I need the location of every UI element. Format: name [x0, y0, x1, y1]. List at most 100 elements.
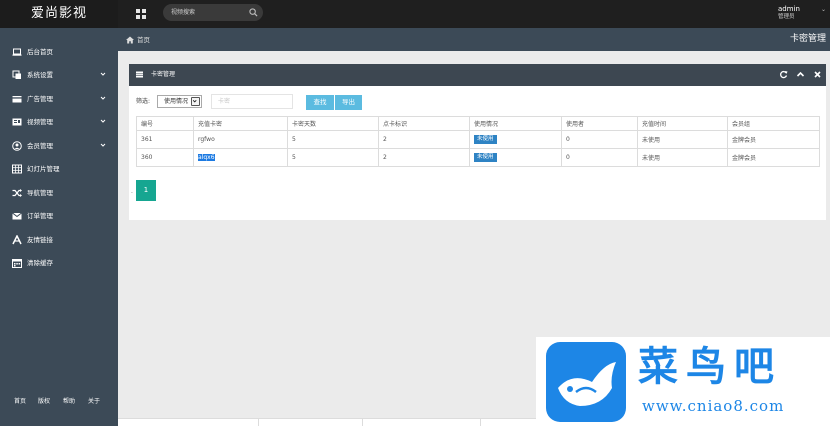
sidebar-item-orders[interactable]: 订单管理 — [0, 206, 118, 226]
user-role: 管理员 — [778, 14, 795, 20]
sidebar-item-label: 订单管理 — [27, 212, 53, 220]
bird-logo-icon — [546, 342, 626, 422]
page-button-1[interactable]: 1 — [136, 180, 156, 201]
select-dropdown-button[interactable] — [191, 97, 200, 106]
sidebar-item-ads[interactable]: 广告管理 — [0, 89, 118, 109]
refresh-icon[interactable] — [779, 70, 788, 79]
sidebar-item-videos[interactable]: 视频管理 — [0, 112, 118, 132]
cell-group: 金牌会员 — [727, 130, 820, 149]
watermark: 菜鸟吧 www.cniao8.com — [536, 337, 830, 426]
close-icon[interactable] — [813, 70, 822, 79]
chevron-down-icon — [100, 96, 106, 100]
calendar-icon — [12, 259, 22, 268]
chevron-down-icon — [100, 72, 106, 76]
chevron-down-icon — [192, 100, 197, 103]
collapse-icon[interactable] — [796, 70, 805, 79]
column-header: 点卡标识 — [378, 116, 470, 131]
cell-mark: 2 — [378, 130, 470, 149]
watermark-url: www.cniao8.com — [642, 397, 785, 415]
sidebar-item-label: 视频管理 — [27, 118, 53, 126]
cell-days: 5 — [287, 130, 379, 149]
shuffle-icon — [12, 189, 22, 197]
column-header: 充值时间 — [637, 116, 728, 131]
sidebar-item-label: 友情链接 — [27, 236, 53, 244]
cell-mark: 2 — [378, 148, 470, 167]
sidebar-item-label: 后台首页 — [27, 48, 53, 56]
cell-id: 361 — [136, 130, 194, 149]
app-logo[interactable]: 爱尚影视 — [0, 0, 118, 28]
column-header: 卡密天数 — [287, 116, 379, 131]
status-badge: 未使用 — [474, 153, 497, 162]
grid-menu-icon[interactable] — [136, 9, 146, 19]
sidebar-item-label: 幻灯片管理 — [27, 165, 60, 173]
sidebar-item-system-settings[interactable]: 系统设置 — [0, 65, 118, 85]
search-box — [163, 4, 263, 21]
sidebar-footer: 首页 版权 帮助 关于 — [0, 396, 118, 406]
cell-status: 未使用 — [469, 130, 562, 149]
breadcrumb: 首页 卡密管理 — [118, 28, 830, 51]
user-icon — [12, 141, 22, 151]
cell-time: 未使用 — [637, 148, 728, 167]
table-row: 361 rgfwo 5 2 未使用 0 未使用 金牌会员 — [136, 130, 820, 149]
table-header-row: 编号 充值卡密 卡密天数 点卡标识 使用情况 使用者 充值时间 会员组 — [136, 116, 820, 131]
card-table: 编号 充值卡密 卡密天数 点卡标识 使用情况 使用者 充值时间 会员组 361 … — [136, 116, 820, 167]
footer-link-copyright[interactable]: 版权 — [38, 396, 50, 405]
panel-header: 卡密管理 — [129, 64, 826, 86]
sidebar-item-label: 广告管理 — [27, 95, 53, 103]
sidebar-item-dashboard[interactable]: 后台首页 — [0, 42, 118, 62]
usage-status-select[interactable]: 使用情况 — [157, 95, 202, 108]
cell-days: 5 — [287, 148, 379, 167]
search-icon[interactable] — [249, 8, 258, 17]
card-management-panel: 卡密管理 筛选: 使用情况 查找 导出 — [129, 64, 826, 220]
grid-icon — [12, 164, 22, 174]
page-title: 卡密管理 — [789, 34, 826, 44]
watermark-text: 菜鸟吧 — [638, 343, 782, 390]
cell-status: 未使用 — [469, 148, 562, 167]
selected-card-key[interactable]: alqx6 — [198, 154, 215, 161]
export-button[interactable]: 导出 — [335, 95, 362, 110]
chevron-down-icon — [100, 119, 106, 123]
panel-title: 卡密管理 — [151, 71, 176, 78]
table-icon — [136, 71, 143, 78]
sidebar-item-label: 清除缓存 — [27, 259, 53, 267]
chevron-down-icon[interactable]: ⌄ — [821, 6, 826, 13]
cell-time: 未使用 — [637, 130, 728, 149]
breadcrumb-home[interactable]: 首页 — [137, 36, 150, 44]
column-header: 会员组 — [727, 116, 820, 131]
sidebar-item-clear-cache[interactable]: 清除缓存 — [0, 253, 118, 273]
top-bar: 爱尚影视 admin 管理员 ⌄ — [0, 0, 830, 28]
cell-user: 0 — [561, 130, 638, 149]
user-name: admin — [778, 5, 800, 13]
select-value: 使用情况 — [164, 98, 189, 105]
footer-link-about[interactable]: 关于 — [88, 396, 100, 405]
column-header: 充值卡密 — [193, 116, 288, 131]
footer-link-help[interactable]: 帮助 — [63, 396, 75, 405]
column-header: 编号 — [136, 116, 194, 131]
sidebar-item-label: 导航管理 — [27, 189, 53, 197]
sidebar-item-slides[interactable]: 幻灯片管理 — [0, 159, 118, 179]
column-header: 使用者 — [561, 116, 638, 131]
cell-id: 360 — [136, 148, 194, 167]
filter-label: 筛选: — [136, 98, 151, 105]
status-badge: 未使用 — [474, 135, 497, 144]
search-input[interactable] — [171, 6, 249, 19]
sidebar-item-navigation[interactable]: 导航管理 — [0, 183, 118, 203]
sidebar-item-members[interactable]: 会员管理 — [0, 136, 118, 156]
home-icon[interactable] — [126, 36, 134, 44]
credit-card-icon — [12, 96, 22, 103]
table-row: 360 alqx6 5 2 未使用 0 未使用 金牌会员 — [136, 148, 820, 167]
chevron-down-icon — [100, 143, 106, 147]
user-menu[interactable]: admin 管理员 — [778, 5, 800, 21]
settings-icon — [12, 70, 21, 79]
sidebar-item-friend-links[interactable]: 友情链接 — [0, 230, 118, 250]
sidebar: 后台首页 系统设置 广告管理 视频管理 会员管理 幻灯片管理 导航管理 订单管理… — [0, 28, 118, 426]
card-key-input[interactable] — [211, 94, 293, 109]
footer-link-home[interactable]: 首页 — [14, 396, 26, 405]
search-button[interactable]: 查找 — [306, 95, 334, 110]
pager-prefix: · — [131, 190, 133, 197]
envelope-icon — [12, 212, 22, 220]
font-icon — [12, 235, 22, 245]
cell-card-key: rgfwo — [193, 130, 288, 149]
column-header: 使用情况 — [469, 116, 562, 131]
cell-user: 0 — [561, 148, 638, 167]
